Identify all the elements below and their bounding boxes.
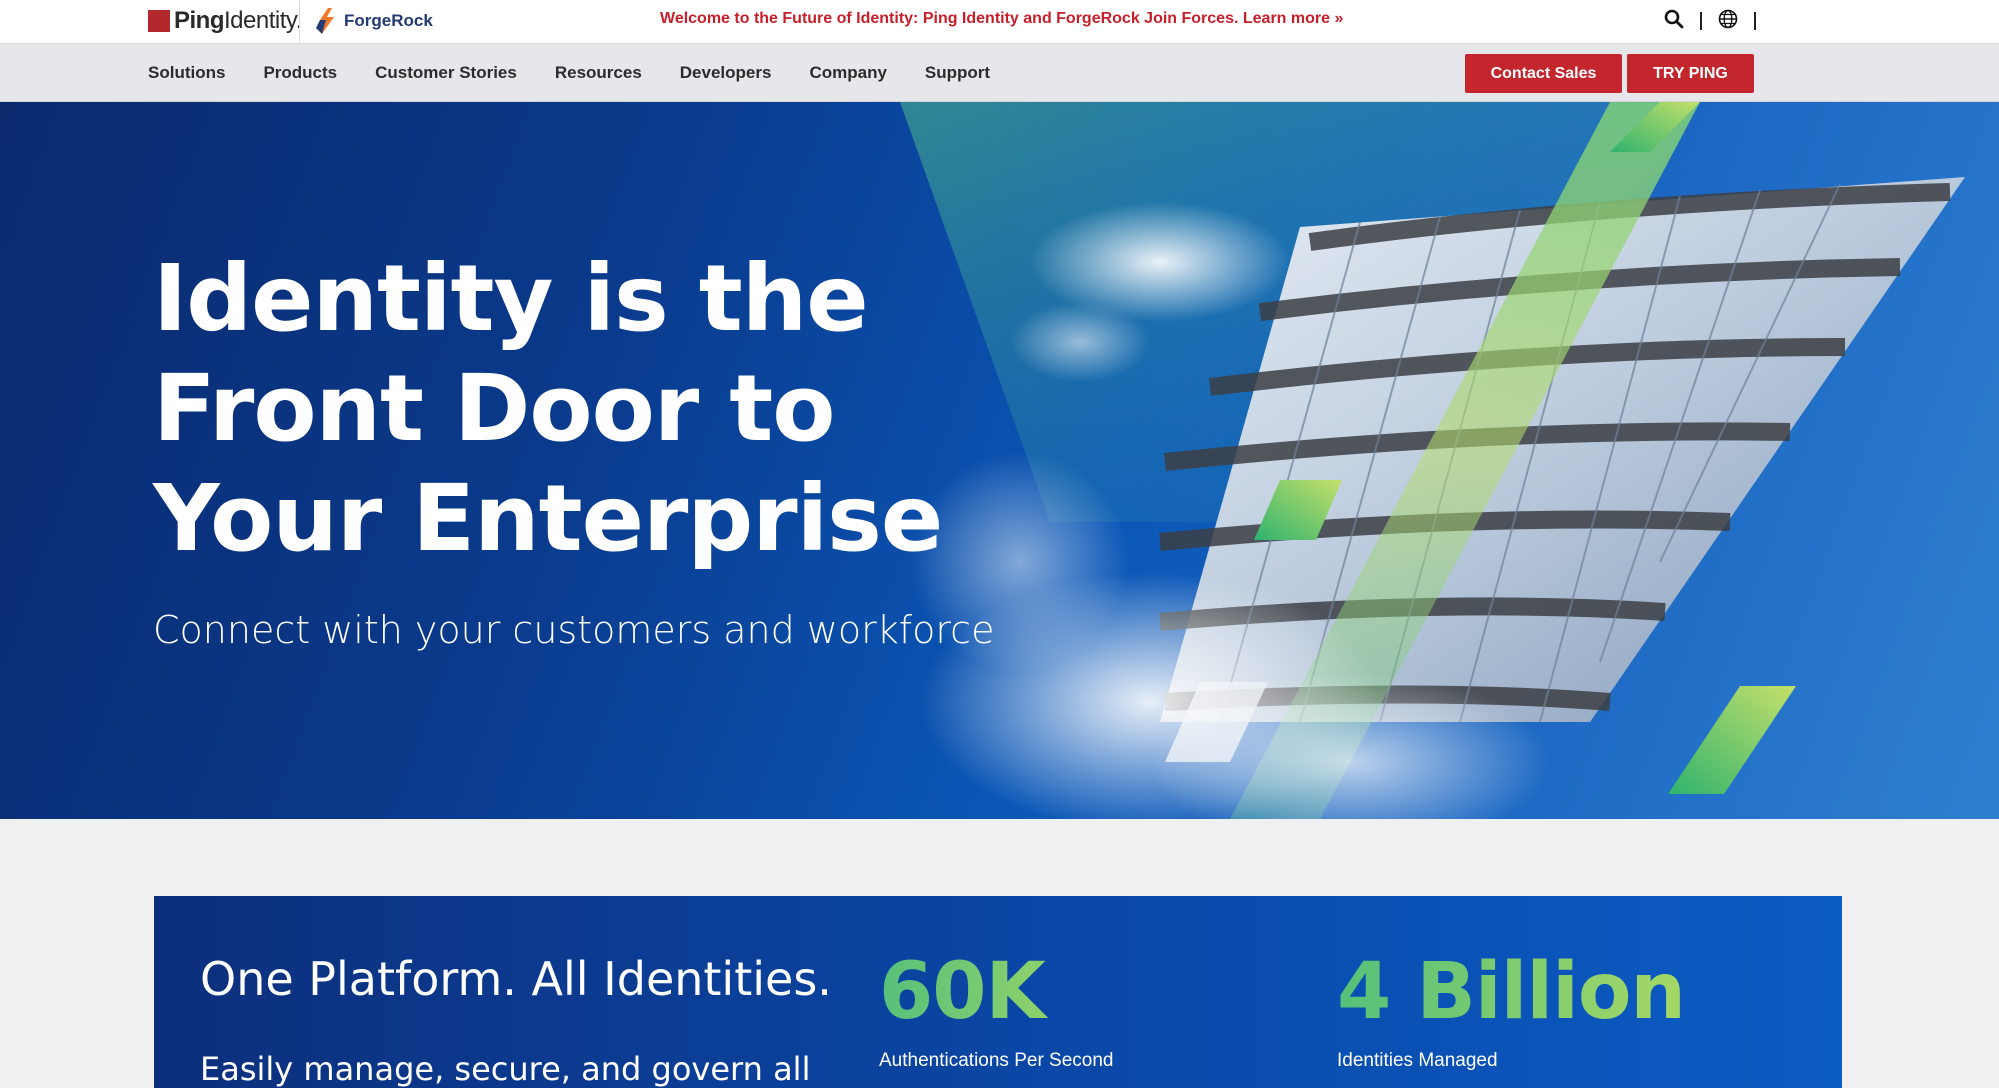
announcement-text: Welcome to the Future of Identity: Ping … (660, 10, 1239, 27)
learn-more-link[interactable]: Learn more » (1243, 10, 1343, 27)
logo-divider (299, 0, 300, 44)
stat-label: Identities Managed (1337, 1050, 1498, 1071)
ping-logo-mark (148, 10, 170, 32)
utility-separator (1700, 12, 1702, 30)
hero-title-line: Identity is the (153, 245, 869, 352)
nav-item-support[interactable]: Support (925, 63, 990, 83)
utility-icons (1664, 8, 1756, 34)
nav-item-customer-stories[interactable]: Customer Stories (375, 63, 517, 83)
ping-logo-light: Identity. (224, 7, 302, 34)
forgerock-logo[interactable]: ForgeRock (314, 6, 433, 36)
hero-subtitle: Connect with your customers and workforc… (153, 608, 995, 652)
contact-sales-button[interactable]: Contact Sales (1465, 54, 1622, 93)
hero-banner: Identity is the Front Door to Your Enter… (0, 102, 1999, 819)
hero-title: Identity is the Front Door to Your Enter… (153, 244, 973, 574)
hero-title-line: Your Enterprise (153, 465, 943, 572)
hero-title-line: Front Door to (153, 355, 835, 462)
ping-logo-bold: Ping (174, 7, 225, 34)
stats-panel: One Platform. All Identities. Easily man… (154, 896, 1842, 1088)
stats-description: Easily manage, secure, and govern all (200, 1050, 811, 1088)
stat-identities: 4 Billion Identities Managed (1337, 947, 1686, 1072)
stat-value: 4 Billion (1337, 947, 1686, 1037)
try-ping-button[interactable]: TRY PING (1627, 54, 1754, 93)
stats-heading: One Platform. All Identities. (200, 952, 832, 1006)
announcement-banner[interactable]: Welcome to the Future of Identity: Ping … (660, 10, 1343, 28)
nav-item-company[interactable]: Company (809, 63, 886, 83)
main-navigation: Solutions Products Customer Stories Reso… (0, 44, 1999, 102)
forgerock-icon (316, 8, 334, 34)
stat-authentications: 60K Authentications Per Second (879, 950, 1114, 1072)
top-utility-bar: PingIdentity. ForgeRock Welcome to the F… (0, 0, 1999, 44)
utility-separator (1754, 12, 1756, 30)
stat-label: Authentications Per Second (879, 1050, 1114, 1071)
forgerock-logo-text: ForgeRock (344, 11, 433, 30)
nav-item-resources[interactable]: Resources (555, 63, 642, 83)
nav-item-solutions[interactable]: Solutions (148, 63, 225, 83)
nav-item-developers[interactable]: Developers (680, 63, 772, 83)
nav-item-products[interactable]: Products (263, 63, 337, 83)
nav-items: Solutions Products Customer Stories Reso… (148, 44, 990, 102)
globe-icon[interactable] (1718, 9, 1738, 34)
ping-identity-logo[interactable]: PingIdentity. (148, 6, 302, 36)
stat-value: 60K (879, 950, 1114, 1034)
search-icon[interactable] (1664, 9, 1684, 34)
